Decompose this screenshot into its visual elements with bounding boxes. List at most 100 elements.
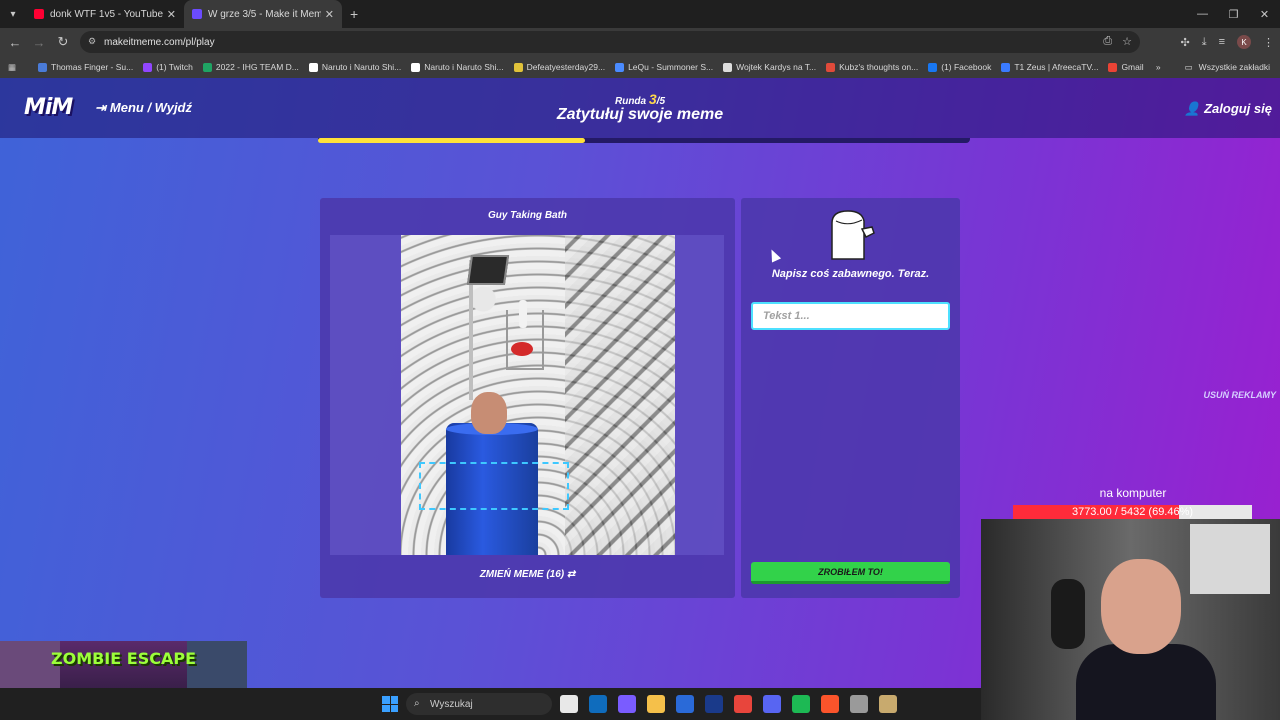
text-box-area[interactable] — [419, 462, 569, 510]
caption-input[interactable] — [751, 302, 950, 330]
address-bar[interactable]: ⚙ makeitmeme.com/pl/play ⎙ ☆ — [80, 31, 1140, 53]
menu-exit-button[interactable]: ⇥ Menu / Wyjdź — [95, 100, 192, 116]
taskbar-apps — [560, 695, 897, 713]
bookmark-item[interactable]: Thomas Finger - Su... — [38, 62, 133, 72]
outlook-icon[interactable] — [589, 695, 607, 713]
extensions-icon[interactable]: ✣ — [1180, 36, 1189, 49]
page-title: Zatytułuj swoje meme — [556, 106, 724, 123]
media-control-icon[interactable]: ≡ — [1219, 36, 1225, 48]
spotify-icon[interactable] — [792, 695, 810, 713]
copilot-icon[interactable] — [618, 695, 636, 713]
close-window-icon[interactable]: ✕ — [1249, 0, 1280, 28]
done-button[interactable]: ZROBIŁEM TO! — [751, 562, 950, 584]
bookmark-favicon-icon — [202, 62, 212, 72]
bookmark-label: Defeatyesterday29... — [526, 62, 606, 72]
window-controls: — ❐ ✕ — [1187, 0, 1280, 28]
bookmark-label: Kubz's thoughts on... — [839, 62, 919, 72]
donation-goal-label: na komputer — [1099, 486, 1167, 500]
round-timer-fill — [318, 138, 586, 143]
bookmark-item[interactable]: Naruto i Naruto Shi... — [308, 62, 402, 72]
profile-avatar[interactable]: K — [1237, 35, 1251, 49]
tab-title: donk WTF 1v5 - YouTube — [50, 8, 163, 20]
bookmark-favicon-icon — [513, 62, 523, 72]
meme-image — [401, 235, 675, 555]
bookmark-item[interactable]: Defeatyesterday29... — [513, 62, 606, 72]
donation-goal-value: 3773.00 / 5432 (69.46%) — [1071, 506, 1194, 518]
bookmark-item[interactable]: 2022 - IHG TEAM D... — [202, 62, 299, 72]
minimize-icon[interactable]: — — [1187, 0, 1218, 28]
menu-exit-label: Menu / Wyjdź — [109, 100, 193, 115]
folder-icon: ▭ — [1184, 61, 1193, 72]
settings-icon[interactable] — [850, 695, 868, 713]
bookmark-favicon-icon — [1001, 62, 1011, 72]
bookmark-favicon-icon — [411, 62, 421, 72]
bookmark-label: Naruto i Naruto Shi... — [321, 62, 402, 72]
bookmark-label: (1) Facebook — [941, 62, 992, 72]
bookmark-item[interactable]: (1) Twitch — [143, 62, 193, 72]
photoshop-icon[interactable] — [705, 695, 723, 713]
chrome-icon[interactable] — [734, 695, 752, 713]
apps-grid-icon[interactable]: ▦ — [8, 62, 22, 73]
bookmark-favicon-icon — [1108, 62, 1118, 72]
back-arrow-icon[interactable]: ← — [3, 28, 27, 56]
reload-icon[interactable]: ↻ — [51, 28, 75, 56]
logo[interactable]: MiM — [24, 95, 73, 120]
site-info-icon[interactable]: ⚙ — [88, 36, 98, 46]
bookmark-label: Thomas Finger - Su... — [51, 62, 134, 72]
close-tab-icon[interactable]: ✕ — [325, 8, 334, 21]
store-icon[interactable] — [676, 695, 694, 713]
file-explorer-icon[interactable] — [560, 695, 578, 713]
brave-icon[interactable] — [821, 695, 839, 713]
bookmark-item[interactable]: Gmail — [1108, 62, 1144, 72]
bookmark-item[interactable]: (1) Facebook — [928, 62, 991, 72]
taskbar-search[interactable]: ⌕ Wyszukaj — [406, 693, 552, 715]
tile-wall — [565, 235, 675, 555]
bookmark-item[interactable]: Naruto i Naruto Shi... — [411, 62, 504, 72]
webcam-window — [1190, 524, 1270, 594]
windows-start-icon[interactable] — [382, 696, 398, 712]
remove-ads-link[interactable]: USUŃ REKLAMY — [1203, 390, 1276, 400]
bookmark-label: T1 Zeus | AfreecaTV... — [1014, 62, 1099, 72]
download-icon[interactable]: ⤓ — [1202, 36, 1207, 49]
youtube-favicon-icon — [34, 9, 44, 19]
bookmark-favicon-icon — [723, 62, 733, 72]
tab-youtube[interactable]: donk WTF 1v5 - YouTube ✕ — [26, 0, 184, 28]
bookmark-favicon-icon — [615, 62, 625, 72]
install-app-icon[interactable]: ⎙ — [1103, 35, 1112, 48]
login-label: Zaloguj się — [1204, 101, 1272, 116]
bookmark-item[interactable]: T1 Zeus | AfreecaTV... — [1001, 62, 1098, 72]
taskbar-search-label: Wyszukaj — [430, 698, 473, 710]
shower-head — [466, 255, 510, 285]
more-bookmarks-chevron-icon[interactable]: » — [1156, 62, 1161, 72]
meme-panel: Guy Taking Bath ZMIEŃ MEME (16) ⇄ — [320, 198, 735, 598]
bottle — [519, 300, 527, 328]
bookmark-favicon-icon — [143, 62, 153, 72]
change-meme-button[interactable]: ZMIEŃ MEME (16) ⇄ — [320, 569, 735, 580]
forward-arrow-icon[interactable]: → — [27, 28, 51, 56]
discord-icon[interactable] — [763, 695, 781, 713]
bookmark-item[interactable]: Kubz's thoughts on... — [826, 62, 918, 72]
tab-make-it-meme[interactable]: W grze 3/5 - Make it Meme ✕ — [184, 0, 342, 28]
league-of-legends-icon[interactable] — [879, 695, 897, 713]
meme-image-frame — [330, 235, 724, 555]
bookmark-item[interactable]: Wojtek Kardys na T... — [723, 62, 816, 72]
round-current: 3 — [648, 91, 657, 107]
round-timer-bar — [318, 138, 970, 143]
mascot-icon — [831, 210, 875, 260]
tab-search-icon[interactable]: ▾ — [0, 0, 26, 28]
browser-tabbar: ▾ donk WTF 1v5 - YouTube ✕ W grze 3/5 - … — [0, 0, 1280, 28]
restore-icon[interactable]: ❐ — [1218, 0, 1249, 28]
folder-icon[interactable] — [647, 695, 665, 713]
bookmark-favicon-icon — [308, 62, 318, 72]
bookmark-label: Gmail — [1121, 62, 1144, 72]
all-bookmarks-link[interactable]: Wszystkie zakładki — [1199, 62, 1270, 72]
round-indicator: Runda 3/5 — [540, 91, 740, 107]
close-tab-icon[interactable]: ✕ — [167, 8, 176, 21]
bookmark-favicon-icon — [38, 62, 47, 72]
bookmark-item[interactable]: LeQu - Summoner S... — [615, 62, 713, 72]
bookmark-star-icon[interactable]: ☆ — [1122, 35, 1132, 48]
more-menu-icon[interactable]: ⋮ — [1263, 36, 1274, 49]
new-tab-plus-icon[interactable]: + — [350, 6, 358, 22]
makeitmeme-favicon-icon — [192, 9, 202, 19]
login-button[interactable]: 👤 Zaloguj się — [1184, 101, 1272, 117]
